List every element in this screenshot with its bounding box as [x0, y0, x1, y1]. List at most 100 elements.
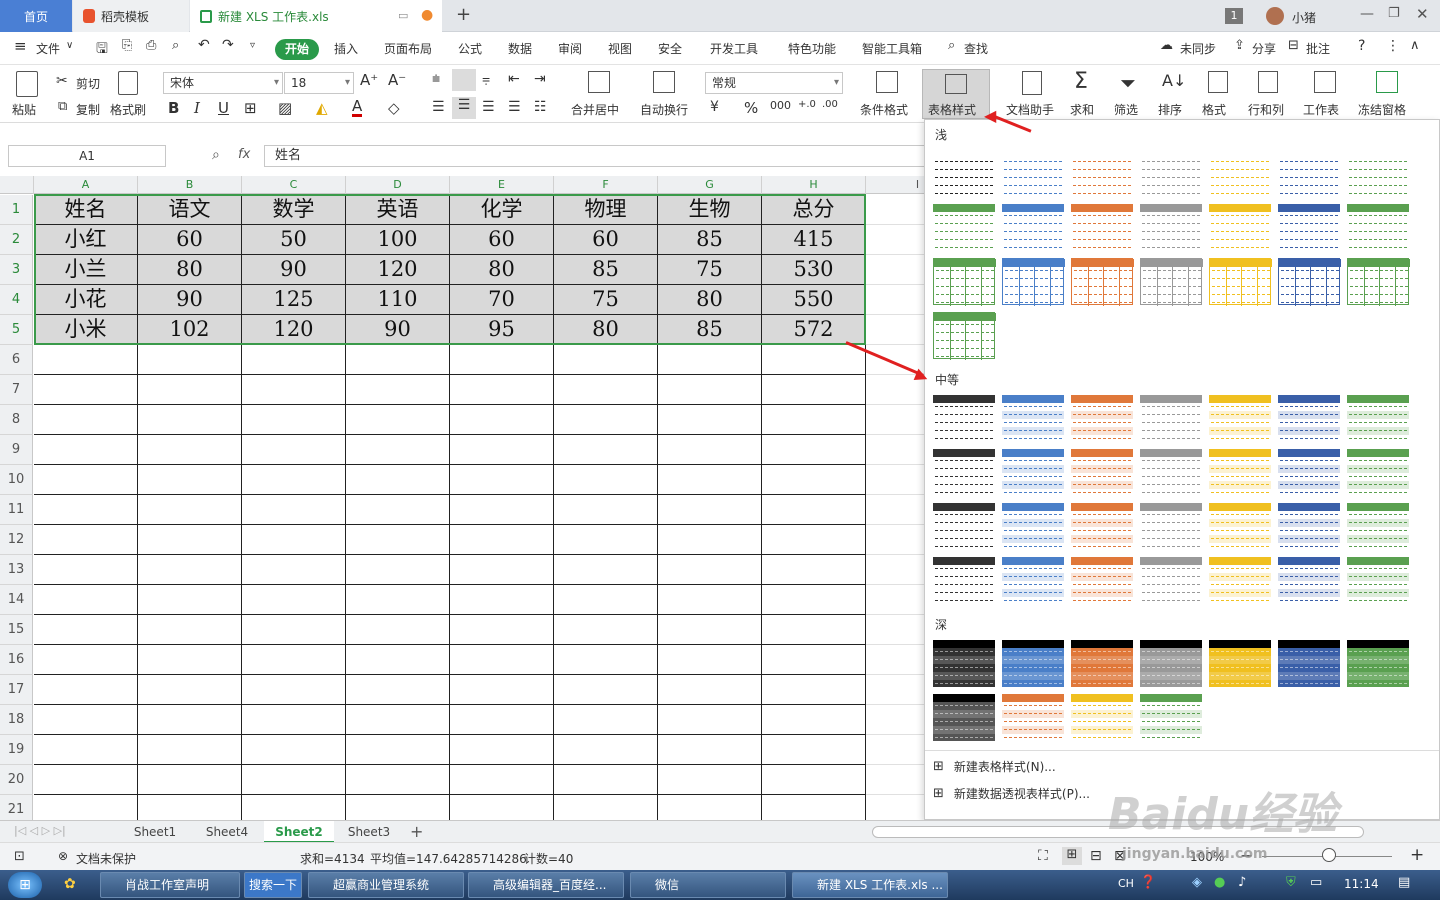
table-style-thumbnail[interactable]: [1071, 150, 1133, 197]
empty-cell[interactable]: [242, 765, 346, 795]
empty-cell[interactable]: [346, 645, 450, 675]
table-style-thumbnail[interactable]: [1002, 694, 1064, 741]
font-family-select[interactable]: 宋体: [163, 72, 283, 94]
empty-cell[interactable]: [242, 645, 346, 675]
menu-file[interactable]: 文件: [36, 40, 60, 57]
empty-cell[interactable]: [346, 735, 450, 765]
select-all-corner[interactable]: [0, 176, 34, 194]
rowcol-button[interactable]: 行和列: [1248, 101, 1284, 118]
empty-cell[interactable]: [34, 495, 138, 525]
bold-icon[interactable]: B: [168, 99, 179, 117]
table-style-thumbnail[interactable]: [1278, 640, 1340, 687]
empty-cell[interactable]: [762, 645, 866, 675]
column-header-e[interactable]: E: [450, 176, 554, 194]
empty-cell[interactable]: [450, 675, 554, 705]
empty-cell[interactable]: [346, 705, 450, 735]
empty-cell[interactable]: [242, 375, 346, 405]
table-style-thumbnail[interactable]: [1002, 503, 1064, 550]
row-header-17[interactable]: 17: [0, 675, 33, 705]
table-style-thumbnail[interactable]: [1071, 258, 1134, 306]
table-style-thumbnail[interactable]: [1278, 395, 1340, 442]
empty-cell[interactable]: [242, 675, 346, 705]
page-break-icon[interactable]: ⊟: [1090, 848, 1102, 864]
protect-status[interactable]: 文档未保护: [76, 850, 136, 867]
empty-cell[interactable]: [554, 555, 658, 585]
empty-cell[interactable]: [34, 435, 138, 465]
number-format-select[interactable]: 常规: [705, 72, 843, 94]
empty-cell[interactable]: [242, 615, 346, 645]
row-header-7[interactable]: 7: [0, 375, 33, 405]
empty-cell[interactable]: [866, 525, 925, 555]
table-style-thumbnail[interactable]: [1071, 204, 1133, 251]
table-style-thumbnail[interactable]: [1209, 395, 1271, 442]
table-style-thumbnail[interactable]: [1140, 449, 1202, 496]
wechat-tray-icon[interactable]: ●: [1214, 875, 1225, 890]
close-icon[interactable]: ✕: [1416, 5, 1429, 23]
shield-icon[interactable]: ⛨: [1286, 875, 1296, 890]
row-header-10[interactable]: 10: [0, 465, 33, 495]
table-cell[interactable]: 120: [346, 255, 450, 285]
row-header-11[interactable]: 11: [0, 495, 33, 525]
empty-cell[interactable]: [450, 465, 554, 495]
empty-cell[interactable]: [138, 345, 242, 375]
table-style-thumbnail[interactable]: [1071, 395, 1133, 442]
save-icon[interactable]: 🖫: [96, 38, 108, 62]
display-icon[interactable]: ▭: [1310, 875, 1322, 890]
empty-cell[interactable]: [34, 795, 138, 820]
empty-cell[interactable]: [866, 435, 925, 465]
taskbar-item-search[interactable]: 搜索一下: [244, 872, 302, 898]
empty-cell[interactable]: [34, 615, 138, 645]
empty-cell[interactable]: [762, 435, 866, 465]
empty-cell[interactable]: [346, 495, 450, 525]
increase-decimal-icon[interactable]: +.0: [798, 99, 816, 110]
empty-cell[interactable]: [762, 345, 866, 375]
empty-cell[interactable]: [658, 765, 762, 795]
format-button[interactable]: 格式: [1202, 101, 1226, 118]
empty-cell[interactable]: [762, 525, 866, 555]
empty-cell[interactable]: [450, 495, 554, 525]
empty-cell[interactable]: [762, 795, 866, 820]
paste-icon[interactable]: [16, 71, 38, 97]
empty-cell[interactable]: [242, 585, 346, 615]
table-style-thumbnail[interactable]: [1002, 640, 1064, 687]
menu-smart-toolbox[interactable]: 智能工具箱: [862, 40, 922, 57]
menu-start[interactable]: 开始: [275, 39, 319, 60]
export-icon[interactable]: ⎘: [122, 38, 132, 53]
sheet-tab-sheet2[interactable]: Sheet2: [264, 821, 334, 843]
table-cell[interactable]: 75: [554, 285, 658, 315]
table-cell[interactable]: 小米: [34, 315, 138, 345]
row-header-8[interactable]: 8: [0, 405, 33, 435]
table-style-thumbnail[interactable]: [1209, 503, 1271, 550]
empty-cell[interactable]: [450, 525, 554, 555]
empty-cell[interactable]: [554, 735, 658, 765]
table-style-thumbnail[interactable]: [1209, 449, 1271, 496]
border-icon[interactable]: ⊞: [244, 99, 257, 117]
empty-cell[interactable]: [138, 435, 242, 465]
thousands-icon[interactable]: 000: [770, 99, 791, 112]
empty-cell[interactable]: [866, 255, 925, 285]
empty-cell[interactable]: [34, 765, 138, 795]
row-header-16[interactable]: 16: [0, 645, 33, 675]
row-header-5[interactable]: 5: [0, 315, 33, 345]
zoom-icon[interactable]: ⌕: [212, 147, 220, 163]
table-cell[interactable]: 120: [242, 315, 346, 345]
paste-button[interactable]: 粘贴: [12, 101, 36, 118]
tab-document[interactable]: 新建 XLS 工作表.xls ▭ ●: [190, 0, 442, 32]
empty-cell[interactable]: [450, 405, 554, 435]
taskbar-item-business[interactable]: 超赢商业管理系统: [308, 872, 464, 898]
menu-developer[interactable]: 开发工具: [710, 40, 758, 57]
table-style-thumbnail[interactable]: [1140, 694, 1202, 741]
table-cell[interactable]: 小花: [34, 285, 138, 315]
empty-cell[interactable]: [554, 795, 658, 820]
table-cell[interactable]: 85: [658, 225, 762, 255]
row-header-18[interactable]: 18: [0, 705, 33, 735]
table-style-thumbnail[interactable]: [1071, 503, 1133, 550]
table-style-thumbnail[interactable]: [933, 312, 996, 360]
empty-cell[interactable]: [658, 405, 762, 435]
cut-button[interactable]: 剪切: [76, 75, 100, 92]
table-cell[interactable]: 小红: [34, 225, 138, 255]
column-header-c[interactable]: C: [242, 176, 346, 194]
row-header-6[interactable]: 6: [0, 345, 33, 375]
table-cell[interactable]: 80: [658, 285, 762, 315]
align-left-icon[interactable]: ☰: [432, 99, 445, 115]
